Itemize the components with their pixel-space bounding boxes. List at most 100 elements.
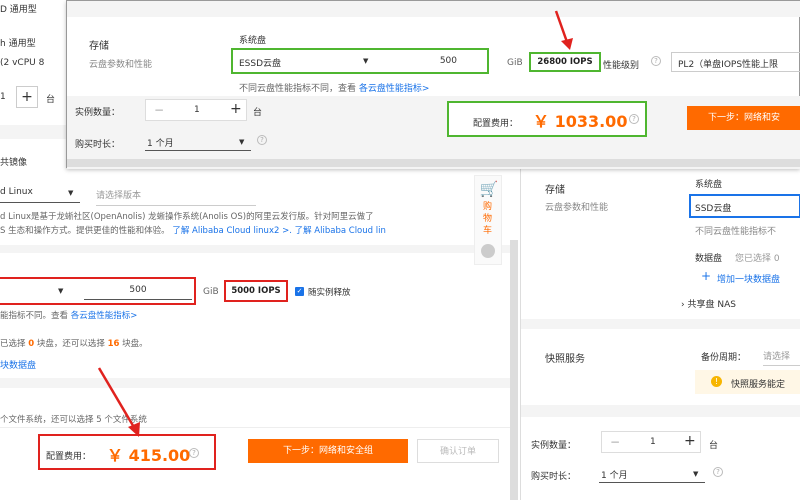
qty-label: 实例数量： — [75, 108, 121, 118]
perf-link[interactable]: 各云盘性能指标> — [71, 311, 138, 321]
add-data-disk-link[interactable]: 块数据盘 — [0, 358, 36, 371]
red-arrow-icon — [554, 10, 573, 50]
qty-minus-button[interactable]: − — [154, 103, 164, 117]
disk-size-input[interactable]: 500 — [84, 282, 192, 300]
disk-type-select[interactable]: SSD云盘 — [689, 194, 800, 218]
qty-plus-button[interactable]: + — [230, 101, 242, 117]
release-label: 随实例释放 — [308, 288, 351, 298]
data-disk-note: 您已选择 0 — [735, 254, 780, 264]
data-disk-note-c: 块盘。 — [122, 339, 148, 349]
scrollbar[interactable] — [67, 159, 800, 167]
qty-stepper[interactable]: − 1 + — [145, 99, 247, 121]
storage-title: 存储 — [89, 41, 109, 52]
disk-type-value: ESSD云盘 — [239, 59, 282, 69]
iops-badge: 5000 IOPS — [224, 280, 288, 302]
perf-note: 不同云盘性能指标不同，查看 各云盘性能指标> — [239, 81, 429, 94]
chevron-down-icon: ▼ — [693, 470, 699, 478]
spec-fragment-1: D 通用型 — [0, 5, 37, 15]
help-icon[interactable]: ? — [257, 135, 267, 145]
scrollbar[interactable] — [510, 240, 518, 500]
qty-plus-button[interactable]: + — [16, 86, 38, 108]
duration-select[interactable]: 1 个月 ▼ — [145, 133, 251, 151]
duration-label: 购买时长： — [75, 140, 121, 150]
info-icon: ! — [711, 376, 722, 387]
cost-label: 配置费用： — [473, 119, 519, 129]
help-icon[interactable]: ? — [713, 467, 723, 477]
learn-linux2-link[interactable]: 了解 Alibaba Cloud linux2 >. — [172, 226, 292, 236]
perf-note: 不同云盘性能指标不 — [695, 227, 777, 237]
help-icon[interactable]: ? — [629, 114, 639, 124]
system-disk-label: 系统盘 — [239, 36, 267, 46]
cost-label: 配置费用： — [46, 452, 92, 462]
data-disk-note: 已选择 0 块盘，还可以选择 16 块盘。 — [0, 337, 148, 349]
image-tab[interactable]: 共镜像 — [0, 155, 27, 168]
cost-value: ￥ 415.00 — [107, 446, 191, 465]
backup-label: 备份周期： — [701, 353, 747, 363]
data-disk-note-a: 已选择 — [0, 339, 26, 349]
section-divider-3 — [0, 378, 512, 388]
qty-stepper[interactable]: − 1 + — [601, 431, 701, 453]
chevron-down-icon: ▼ — [68, 189, 74, 197]
backup-select[interactable]: 请选择 — [763, 349, 800, 366]
perf-level-select[interactable]: PL2（单盘IOPS性能上限 — [671, 52, 800, 72]
nas-toggle[interactable]: › 共享盘 NAS — [681, 297, 736, 310]
qty-value[interactable]: 1 — [194, 105, 200, 115]
gib-unit: GiB — [507, 58, 523, 68]
section-divider — [521, 319, 800, 329]
os-name: d Linux — [0, 187, 33, 197]
red-arrow-icon — [97, 367, 140, 437]
confirm-order-button[interactable]: 确认订单 — [417, 439, 499, 463]
perf-level-label: 性能级别 — [603, 61, 640, 71]
os-description-2: S 生态和操作方式。提供更佳的性能和体验。 了解 Alibaba Cloud l… — [0, 224, 386, 236]
next-network-button[interactable]: 下一步：网络和安 — [687, 106, 800, 130]
data-disk-label: 数据盘 — [695, 254, 723, 264]
version-select[interactable]: 请选择版本 — [96, 188, 256, 206]
system-disk-label: 系统盘 — [695, 180, 723, 190]
qty-value[interactable]: 1 — [650, 437, 656, 447]
chevron-down-icon: ▼ — [363, 57, 369, 65]
snapshot-note-box: ! 快照服务能定 — [695, 370, 800, 394]
next-network-button[interactable]: 下一步：网络和安全组 — [248, 439, 408, 463]
iops-badge: 26800 IOPS — [529, 52, 601, 72]
right-screenshot: 存储 云盘参数和性能 系统盘 SSD云盘 不同云盘性能指标不 数据盘 您已选择 … — [520, 165, 800, 500]
qty-unit: 台 — [46, 95, 56, 105]
learn-linux-link[interactable]: 了解 Alibaba Cloud lin — [295, 226, 386, 236]
top-strip — [67, 1, 800, 17]
chevron-down-icon: ▼ — [58, 287, 64, 295]
cart-widget[interactable]: 🛒 购物车 — [474, 175, 502, 265]
section-divider-2 — [0, 245, 512, 253]
duration-select[interactable]: 1 个月 ▼ — [599, 465, 705, 483]
perf-link[interactable]: 各云盘性能指标> — [359, 84, 430, 94]
chevron-down-icon: ▼ — [239, 138, 245, 146]
gib-unit: GiB — [203, 287, 219, 297]
duration-label: 购买时长： — [531, 472, 577, 482]
spec-fragment-3: (2 vCPU 8 — [0, 58, 45, 68]
cost-value: ￥ 1033.00 — [533, 112, 628, 131]
qty-label: 实例数量： — [531, 441, 577, 451]
cart-scroll-icon — [481, 244, 495, 258]
snapshot-note: 快照服务能定 — [731, 380, 786, 390]
help-icon[interactable]: ? — [189, 448, 199, 458]
data-disk-avail: 16 — [107, 339, 120, 349]
os-description-1: d Linux是基于龙蜥社区(OpenAnolis) 龙蜥操作系统(Anolis… — [0, 212, 374, 222]
disk-size-input[interactable]: 500 — [397, 56, 457, 66]
qty-unit: 台 — [253, 108, 263, 118]
qty-minus-button[interactable]: − — [610, 435, 620, 449]
qty-unit: 台 — [709, 441, 719, 451]
cart-label: 购物车 — [483, 202, 493, 236]
os-desc-text: S 生态和操作方式。提供更佳的性能和体验。 — [0, 226, 170, 236]
add-disk-plus-icon[interactable]: + — [701, 269, 711, 283]
storage-title: 存储 — [545, 185, 565, 196]
add-disk-link[interactable]: 增加一块数据盘 — [717, 272, 780, 285]
qty-plus-button[interactable]: + — [684, 433, 696, 449]
cart-icon: 🛒 — [479, 180, 499, 198]
data-disk-count: 0 — [28, 339, 35, 349]
os-select[interactable]: d Linux ▼ — [0, 183, 80, 203]
spec-fragment-2: h 通用型 — [0, 39, 36, 49]
disk-type-select[interactable]: ▼ — [0, 282, 75, 300]
qty-value[interactable]: 1 — [0, 92, 6, 102]
chevron-right-icon: › — [681, 300, 685, 310]
disk-type-select[interactable]: ESSD云盘 ▼ — [237, 52, 377, 70]
release-checkbox[interactable]: ✓ — [295, 287, 304, 296]
help-icon[interactable]: ? — [651, 56, 661, 66]
